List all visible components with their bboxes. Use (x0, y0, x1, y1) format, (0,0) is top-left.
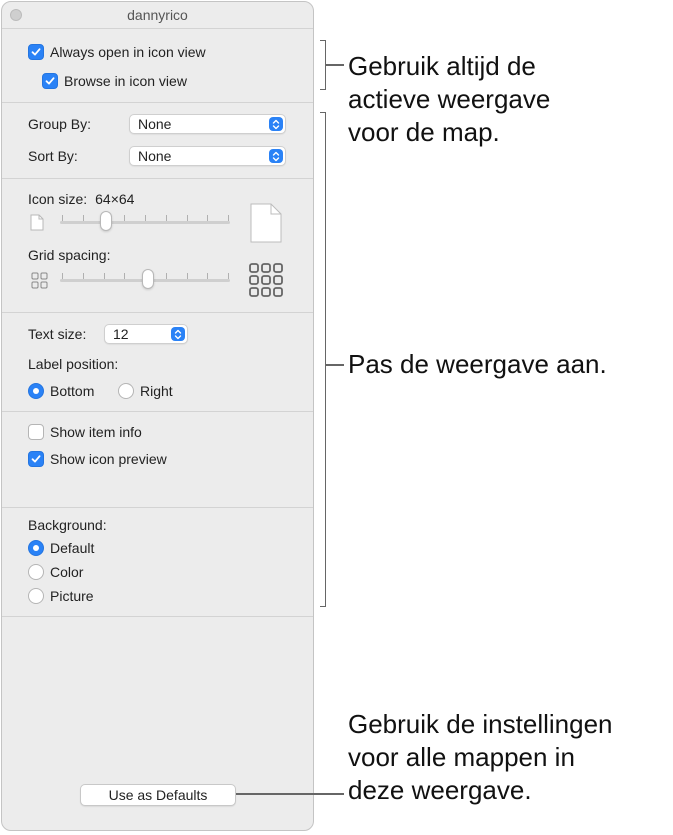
popup-arrows-icon (269, 117, 283, 131)
sort-by-popup[interactable]: None (129, 146, 286, 166)
divider (2, 102, 313, 103)
checkbox-checked-icon (28, 451, 44, 467)
group-by-value: None (138, 116, 172, 132)
small-document-icon (30, 214, 44, 231)
grid-spacing-label: Grid spacing: (28, 247, 111, 263)
radio-unselected-icon (28, 564, 44, 580)
show-item-info-checkbox[interactable]: Show item info (28, 424, 142, 440)
icon-size-row: Icon size: 64×64 (28, 191, 134, 207)
background-picture-radio[interactable]: Picture (28, 588, 94, 604)
popup-arrows-icon (171, 327, 185, 341)
background-label: Background: (28, 517, 107, 533)
grid-spacing-slider[interactable] (60, 269, 230, 289)
callout-bottom-text: Gebruik de instellingen voor alle mappen… (348, 709, 613, 805)
group-by-label: Group By: (28, 116, 92, 132)
checkbox-unchecked-icon (28, 424, 44, 440)
background-option-label: Default (50, 540, 95, 556)
divider (2, 507, 313, 508)
popup-arrows-icon (269, 149, 283, 163)
always-open-icon-view-checkbox[interactable]: Always open in icon view (28, 44, 206, 60)
callout-top-text: Gebruik altijd de actieve weergave voor … (348, 51, 551, 147)
small-grid-icon (31, 272, 48, 289)
background-color-radio[interactable]: Color (28, 564, 83, 580)
radio-selected-icon (28, 383, 44, 399)
slider-knob[interactable] (100, 211, 112, 231)
show-item-info-label: Show item info (50, 424, 142, 440)
bottom-label: Bottom (50, 383, 95, 399)
callout-line-middle (326, 364, 344, 366)
group-by-popup[interactable]: None (129, 114, 286, 134)
large-grid-icon (249, 263, 283, 297)
always-open-icon-view-label: Always open in icon view (50, 44, 206, 60)
icon-size-value: 64×64 (95, 191, 135, 207)
window-title: dannyrico (127, 7, 188, 23)
slider-track (60, 221, 230, 224)
callout-line-bottom (236, 793, 344, 795)
divider (2, 28, 313, 29)
icon-size-slider[interactable] (60, 211, 230, 231)
divider (2, 411, 313, 412)
close-button[interactable] (10, 9, 22, 21)
icon-size-label: Icon size: (28, 191, 88, 207)
show-icon-preview-label: Show icon preview (50, 451, 167, 467)
browse-icon-view-checkbox[interactable]: Browse in icon view (42, 73, 187, 89)
radio-unselected-icon (28, 588, 44, 604)
divider (2, 312, 313, 313)
text-size-value: 12 (113, 326, 129, 342)
checkbox-checked-icon (28, 44, 44, 60)
text-size-label: Text size: (28, 326, 87, 342)
browse-icon-view-label: Browse in icon view (64, 73, 187, 89)
label-position-label: Label position: (28, 356, 119, 372)
label-position-bottom-radio[interactable]: Bottom (28, 383, 94, 399)
sort-by-value: None (138, 148, 172, 164)
background-option-label: Color (50, 564, 84, 580)
checkbox-checked-icon (42, 73, 58, 89)
title-bar: dannyrico (2, 2, 313, 28)
text-size-popup[interactable]: 12 (104, 324, 188, 344)
divider (2, 178, 313, 179)
divider (2, 616, 313, 617)
label-position-right-radio[interactable]: Right (118, 383, 173, 399)
show-icon-preview-checkbox[interactable]: Show icon preview (28, 451, 167, 467)
radio-selected-icon (28, 540, 44, 556)
use-as-defaults-button[interactable]: Use as Defaults (80, 784, 236, 806)
view-options-window: dannyrico Always open in icon view Brows… (1, 1, 314, 831)
right-label: Right (140, 383, 173, 399)
callout-bracket-middle (320, 112, 326, 607)
background-option-label: Picture (50, 588, 94, 604)
sort-by-label: Sort By: (28, 148, 78, 164)
large-document-icon (250, 203, 282, 243)
radio-unselected-icon (118, 383, 134, 399)
slider-knob[interactable] (142, 269, 154, 289)
background-default-radio[interactable]: Default (28, 540, 94, 556)
callout-line-top (326, 64, 344, 66)
callout-middle-text: Pas de weergave aan. (348, 349, 607, 379)
